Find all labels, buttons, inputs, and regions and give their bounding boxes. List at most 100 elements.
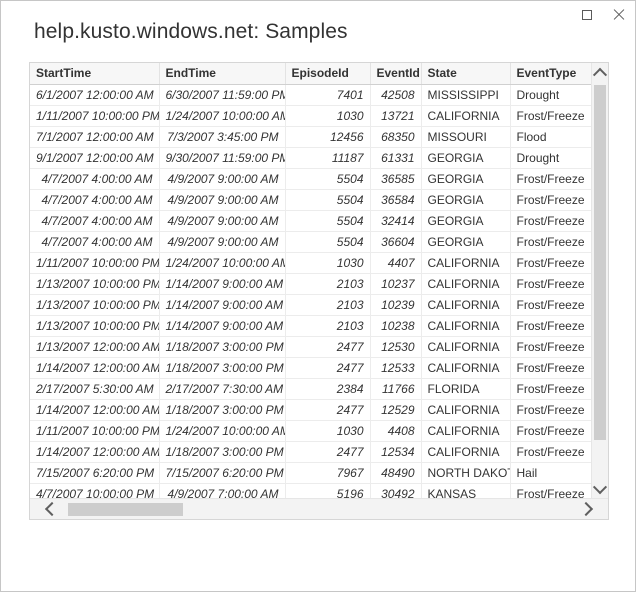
column-header-endtime[interactable]: EndTime bbox=[159, 63, 285, 84]
table-cell: 1/24/2007 10:00:00 AM bbox=[159, 420, 285, 441]
table-row[interactable]: 4/7/2007 4:00:00 AM4/9/2007 9:00:00 AM55… bbox=[30, 189, 593, 210]
column-header-episodeid[interactable]: EpisodeId bbox=[285, 63, 370, 84]
table-row[interactable]: 2/17/2007 5:30:00 AM2/17/2007 7:30:00 AM… bbox=[30, 378, 593, 399]
table-row[interactable]: 1/14/2007 12:00:00 AM1/18/2007 3:00:00 P… bbox=[30, 357, 593, 378]
table-row[interactable]: 4/7/2007 4:00:00 AM4/9/2007 9:00:00 AM55… bbox=[30, 231, 593, 252]
table-cell: 61331 bbox=[370, 147, 421, 168]
table-cell: 36584 bbox=[370, 189, 421, 210]
table-cell: Flood bbox=[510, 126, 593, 147]
table-cell: 5196 bbox=[285, 483, 370, 498]
table-cell: GEORGIA bbox=[421, 168, 510, 189]
table-row[interactable]: 1/14/2007 12:00:00 AM1/18/2007 3:00:00 P… bbox=[30, 399, 593, 420]
table-cell: 12533 bbox=[370, 357, 421, 378]
table-row[interactable]: 1/11/2007 10:00:00 PM1/24/2007 10:00:00 … bbox=[30, 105, 593, 126]
table-cell: Frost/Freeze bbox=[510, 336, 593, 357]
table-row[interactable]: 1/13/2007 10:00:00 PM1/14/2007 9:00:00 A… bbox=[30, 315, 593, 336]
table-cell: 4408 bbox=[370, 420, 421, 441]
table-cell: 2103 bbox=[285, 294, 370, 315]
column-header-eventtype[interactable]: EventType bbox=[510, 63, 593, 84]
table-cell: Frost/Freeze bbox=[510, 105, 593, 126]
table-cell: 1/18/2007 3:00:00 PM bbox=[159, 357, 285, 378]
maximize-button[interactable] bbox=[571, 1, 602, 29]
scroll-left-button[interactable] bbox=[42, 499, 62, 519]
table-row[interactable]: 1/14/2007 12:00:00 AM1/18/2007 3:00:00 P… bbox=[30, 441, 593, 462]
table-cell: Frost/Freeze bbox=[510, 210, 593, 231]
table-cell: 68350 bbox=[370, 126, 421, 147]
table-cell: 2384 bbox=[285, 378, 370, 399]
column-header-state[interactable]: State bbox=[421, 63, 510, 84]
table-cell: 7401 bbox=[285, 84, 370, 105]
table-cell: 7/15/2007 6:20:00 PM bbox=[159, 462, 285, 483]
table-cell: 6/30/2007 11:59:00 PM bbox=[159, 84, 285, 105]
scroll-down-button[interactable] bbox=[592, 481, 608, 498]
table-cell: CALIFORNIA bbox=[421, 357, 510, 378]
table-cell: 4/7/2007 4:00:00 AM bbox=[30, 168, 159, 189]
table-cell: FLORIDA bbox=[421, 378, 510, 399]
table-cell: 30492 bbox=[370, 483, 421, 498]
table-row[interactable]: 7/15/2007 6:20:00 PM7/15/2007 6:20:00 PM… bbox=[30, 462, 593, 483]
table-cell: 9/30/2007 11:59:00 PM bbox=[159, 147, 285, 168]
table-cell: 1/18/2007 3:00:00 PM bbox=[159, 399, 285, 420]
table-cell: 32414 bbox=[370, 210, 421, 231]
table-cell: 1030 bbox=[285, 252, 370, 273]
table-cell: Frost/Freeze bbox=[510, 399, 593, 420]
table-cell: 36604 bbox=[370, 231, 421, 252]
table-cell: 1/13/2007 10:00:00 PM bbox=[30, 294, 159, 315]
table-cell: 4/9/2007 9:00:00 AM bbox=[159, 189, 285, 210]
table-cell: 5504 bbox=[285, 231, 370, 252]
table-cell: 12529 bbox=[370, 399, 421, 420]
table-cell: Drought bbox=[510, 84, 593, 105]
column-header-eventid[interactable]: EventId bbox=[370, 63, 421, 84]
table-row[interactable]: 4/7/2007 4:00:00 AM4/9/2007 9:00:00 AM55… bbox=[30, 210, 593, 231]
table-cell: 2477 bbox=[285, 357, 370, 378]
table-cell: NORTH DAKOTA bbox=[421, 462, 510, 483]
window-controls bbox=[571, 1, 633, 29]
table-cell: 1/18/2007 3:00:00 PM bbox=[159, 336, 285, 357]
vertical-scroll-thumb[interactable] bbox=[594, 85, 606, 440]
table-row[interactable]: 4/7/2007 10:00:00 PM4/9/2007 7:00:00 AM5… bbox=[30, 483, 593, 498]
table-row[interactable]: 1/11/2007 10:00:00 PM1/24/2007 10:00:00 … bbox=[30, 252, 593, 273]
table-cell: CALIFORNIA bbox=[421, 315, 510, 336]
table-cell: 2477 bbox=[285, 336, 370, 357]
chevron-up-icon bbox=[593, 67, 607, 81]
table-row[interactable]: 9/1/2007 12:00:00 AM9/30/2007 11:59:00 P… bbox=[30, 147, 593, 168]
table-cell: Frost/Freeze bbox=[510, 294, 593, 315]
table-row[interactable]: 1/13/2007 10:00:00 PM1/14/2007 9:00:00 A… bbox=[30, 273, 593, 294]
table-cell: Frost/Freeze bbox=[510, 420, 593, 441]
table-cell: Frost/Freeze bbox=[510, 273, 593, 294]
table-cell: 1/13/2007 10:00:00 PM bbox=[30, 315, 159, 336]
table-cell: 12534 bbox=[370, 441, 421, 462]
table-cell: Frost/Freeze bbox=[510, 441, 593, 462]
table-cell: 4/9/2007 9:00:00 AM bbox=[159, 168, 285, 189]
table-cell: CALIFORNIA bbox=[421, 441, 510, 462]
table-cell: MISSOURI bbox=[421, 126, 510, 147]
horizontal-scrollbar[interactable] bbox=[30, 498, 608, 519]
table-cell: 2103 bbox=[285, 315, 370, 336]
vertical-scrollbar[interactable] bbox=[591, 63, 608, 498]
table-row[interactable]: 7/1/2007 12:00:00 AM7/3/2007 3:45:00 PM1… bbox=[30, 126, 593, 147]
scroll-right-button[interactable] bbox=[576, 499, 596, 519]
horizontal-scroll-thumb[interactable] bbox=[68, 503, 183, 516]
table-cell: 4/7/2007 4:00:00 AM bbox=[30, 189, 159, 210]
table-row[interactable]: 1/13/2007 12:00:00 AM1/18/2007 3:00:00 P… bbox=[30, 336, 593, 357]
table-header-row: StartTimeEndTimeEpisodeIdEventIdStateEve… bbox=[30, 63, 593, 84]
chevron-left-icon bbox=[45, 502, 59, 516]
close-button[interactable] bbox=[602, 1, 633, 29]
table-row[interactable]: 1/13/2007 10:00:00 PM1/14/2007 9:00:00 A… bbox=[30, 294, 593, 315]
table-row[interactable]: 1/11/2007 10:00:00 PM1/24/2007 10:00:00 … bbox=[30, 420, 593, 441]
table-cell: 7/3/2007 3:45:00 PM bbox=[159, 126, 285, 147]
table-row[interactable]: 4/7/2007 4:00:00 AM4/9/2007 9:00:00 AM55… bbox=[30, 168, 593, 189]
table-cell: 4/9/2007 9:00:00 AM bbox=[159, 231, 285, 252]
table-cell: 1/24/2007 10:00:00 AM bbox=[159, 252, 285, 273]
chevron-down-icon bbox=[593, 480, 607, 494]
column-header-starttime[interactable]: StartTime bbox=[30, 63, 159, 84]
table-cell: Frost/Freeze bbox=[510, 378, 593, 399]
table-cell: Frost/Freeze bbox=[510, 189, 593, 210]
table-cell: CALIFORNIA bbox=[421, 336, 510, 357]
table-row[interactable]: 6/1/2007 12:00:00 AM6/30/2007 11:59:00 P… bbox=[30, 84, 593, 105]
table-cell: GEORGIA bbox=[421, 210, 510, 231]
table-body: 6/1/2007 12:00:00 AM6/30/2007 11:59:00 P… bbox=[30, 84, 593, 498]
scroll-up-button[interactable] bbox=[592, 63, 608, 80]
table-cell: 4407 bbox=[370, 252, 421, 273]
close-icon bbox=[612, 9, 624, 21]
